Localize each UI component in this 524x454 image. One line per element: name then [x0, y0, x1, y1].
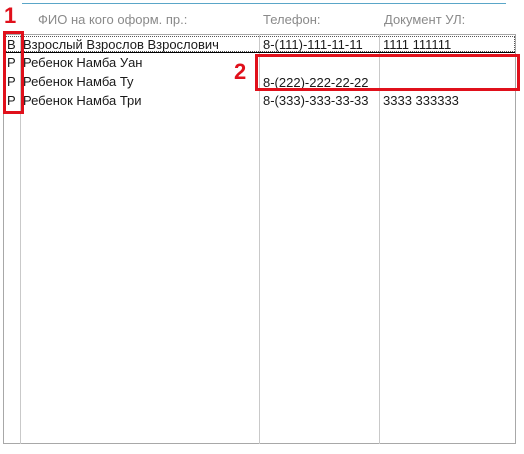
document-cell[interactable]: 3333 333333	[383, 92, 459, 109]
annotation-box-1	[3, 31, 24, 114]
input-bottom-border	[22, 0, 506, 4]
phone-cell[interactable]: 8-(111)-111-11-11	[263, 36, 363, 53]
fio-cell[interactable]: Ребенок Намба Три	[23, 92, 142, 109]
annotation-box-2	[255, 54, 520, 91]
fio-cell[interactable]: Ребенок Намба Ту	[23, 73, 134, 90]
document-cell[interactable]: 1111 111111	[383, 36, 451, 53]
column-header-document: Документ УЛ:	[384, 12, 466, 27]
column-header-phone: Телефон:	[263, 12, 321, 27]
column-header-fio: ФИО на кого оформ. пр.:	[38, 12, 188, 27]
phone-cell[interactable]: 8-(333)-333-33-33	[263, 92, 369, 109]
annotation-number-2: 2	[234, 59, 247, 84]
fio-cell[interactable]: Взрослый Взрослов Взрослович	[23, 36, 219, 53]
annotation-number-1: 1	[4, 3, 17, 28]
column-divider-fio	[259, 34, 260, 444]
fio-cell[interactable]: Ребенок Намба Уан	[23, 54, 143, 71]
column-divider-phone	[379, 34, 380, 444]
